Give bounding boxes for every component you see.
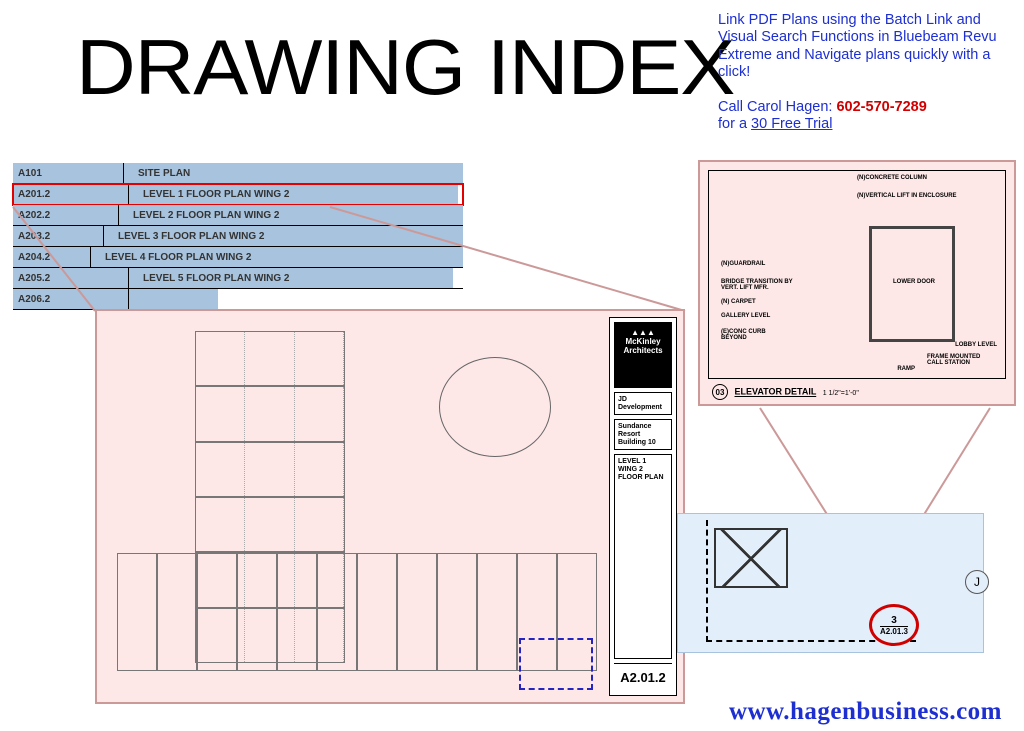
detail-frame: (N)CONCRETE COLUMN (N)VERTICAL LIFT IN E…	[708, 170, 1006, 379]
row-code: A101	[13, 163, 124, 183]
row-desc: LEVEL 4 FLOOR PLAN WING 2	[91, 247, 463, 267]
page-title: DRAWING INDEX	[76, 22, 734, 113]
detail-scale: 1 1/2"=1'-0"	[823, 390, 859, 397]
note-ramp: RAMP	[897, 366, 915, 372]
callout-zoom[interactable]: J 3 A2.01.3	[677, 513, 984, 653]
index-row[interactable]: A203.2LEVEL 3 FLOOR PLAN WING 2	[13, 226, 463, 247]
row-desc: LEVEL 3 FLOOR PLAN WING 2	[104, 226, 463, 246]
index-row[interactable]: A202.2LEVEL 2 FLOOR PLAN WING 2	[13, 205, 463, 226]
index-row[interactable]: A204.2LEVEL 4 FLOOR PLAN WING 2	[13, 247, 463, 268]
row-code: A205.2	[13, 268, 129, 288]
promo-body: Link PDF Plans using the Batch Link and …	[718, 12, 997, 80]
note-vertical-lift: (N)VERTICAL LIFT IN ENCLOSURE	[857, 193, 957, 199]
note-lobby: LOBBY LEVEL	[955, 342, 997, 348]
trial-prefix: for a	[718, 116, 751, 132]
note-concrete-column: (N)CONCRETE COLUMN	[857, 175, 927, 181]
row-desc: LEVEL 1 FLOOR PLAN WING 2	[129, 184, 458, 204]
detail-callout-bubble[interactable]: 3 A2.01.3	[869, 604, 919, 646]
row-code: A202.2	[13, 205, 119, 225]
promo-text: Link PDF Plans using the Batch Link and …	[718, 12, 1008, 134]
callout-num: 3	[880, 615, 908, 627]
title-block-project: Sundance Resort Building 10	[614, 419, 672, 450]
architect-logo: ▲▲▲McKinley Architects	[614, 322, 672, 388]
note-curb: (E)CONC CURB BEYOND	[721, 329, 781, 341]
title-block-client: JD Development	[614, 392, 672, 415]
index-row[interactable]: A205.2LEVEL 5 FLOOR PLAN WING 2	[13, 268, 463, 289]
index-row[interactable]: A206.2	[13, 289, 463, 310]
row-desc: LEVEL 2 FLOOR PLAN WING 2	[119, 205, 463, 225]
elevator-icon	[714, 528, 788, 588]
grid-bubble-j: J	[965, 570, 989, 594]
website-url[interactable]: www.hagenbusiness.com	[729, 698, 1002, 726]
free-trial-link[interactable]: 30 Free Trial	[751, 116, 832, 132]
call-prefix: Call Carol Hagen:	[718, 99, 836, 115]
floor-plan-sheet[interactable]: ▲▲▲McKinley Architects JD Development Su…	[95, 309, 685, 704]
note-bridge: BRIDGE TRANSITION BY VERT. LIFT MFR.	[721, 279, 801, 291]
drawing-index-table: A101SITE PLAN A201.2LEVEL 1 FLOOR PLAN W…	[13, 163, 463, 310]
note-gallery: GALLERY LEVEL	[721, 313, 770, 319]
detail-title: 03 ELEVATOR DETAIL 1 1/2"=1'-0"	[712, 384, 859, 400]
row-desc: LEVEL 5 FLOOR PLAN WING 2	[129, 268, 453, 288]
note-lower: LOWER DOOR	[893, 279, 935, 285]
row-desc	[129, 289, 218, 309]
title-block: ▲▲▲McKinley Architects JD Development Su…	[609, 317, 677, 696]
callout-sheet: A2.01.3	[880, 627, 908, 636]
row-code: A206.2	[13, 289, 129, 309]
row-code: A203.2	[13, 226, 104, 246]
pool-outline	[439, 357, 551, 457]
callout-region[interactable]	[519, 638, 593, 690]
row-desc: SITE PLAN	[124, 163, 463, 183]
note-frame: FRAME MOUNTED CALL STATION	[927, 354, 997, 366]
elevator-detail[interactable]: (N)CONCRETE COLUMN (N)VERTICAL LIFT IN E…	[698, 160, 1016, 406]
title-block-sheet-title: LEVEL 1 WING 2 FLOOR PLAN	[614, 454, 672, 659]
note-carpet: (N) CARPET	[721, 299, 756, 305]
note-guardrail: (N)GUARDRAIL	[721, 261, 765, 267]
row-code: A201.2	[13, 184, 129, 204]
phone-number[interactable]: 602-570-7289	[836, 99, 926, 115]
sheet-number: A2.01.2	[614, 663, 672, 691]
index-row[interactable]: A101SITE PLAN	[13, 163, 463, 184]
detail-number: 03	[712, 384, 728, 400]
detail-name: ELEVATOR DETAIL	[735, 387, 817, 397]
index-row-selected[interactable]: A201.2LEVEL 1 FLOOR PLAN WING 2	[13, 184, 463, 205]
row-code: A204.2	[13, 247, 91, 267]
